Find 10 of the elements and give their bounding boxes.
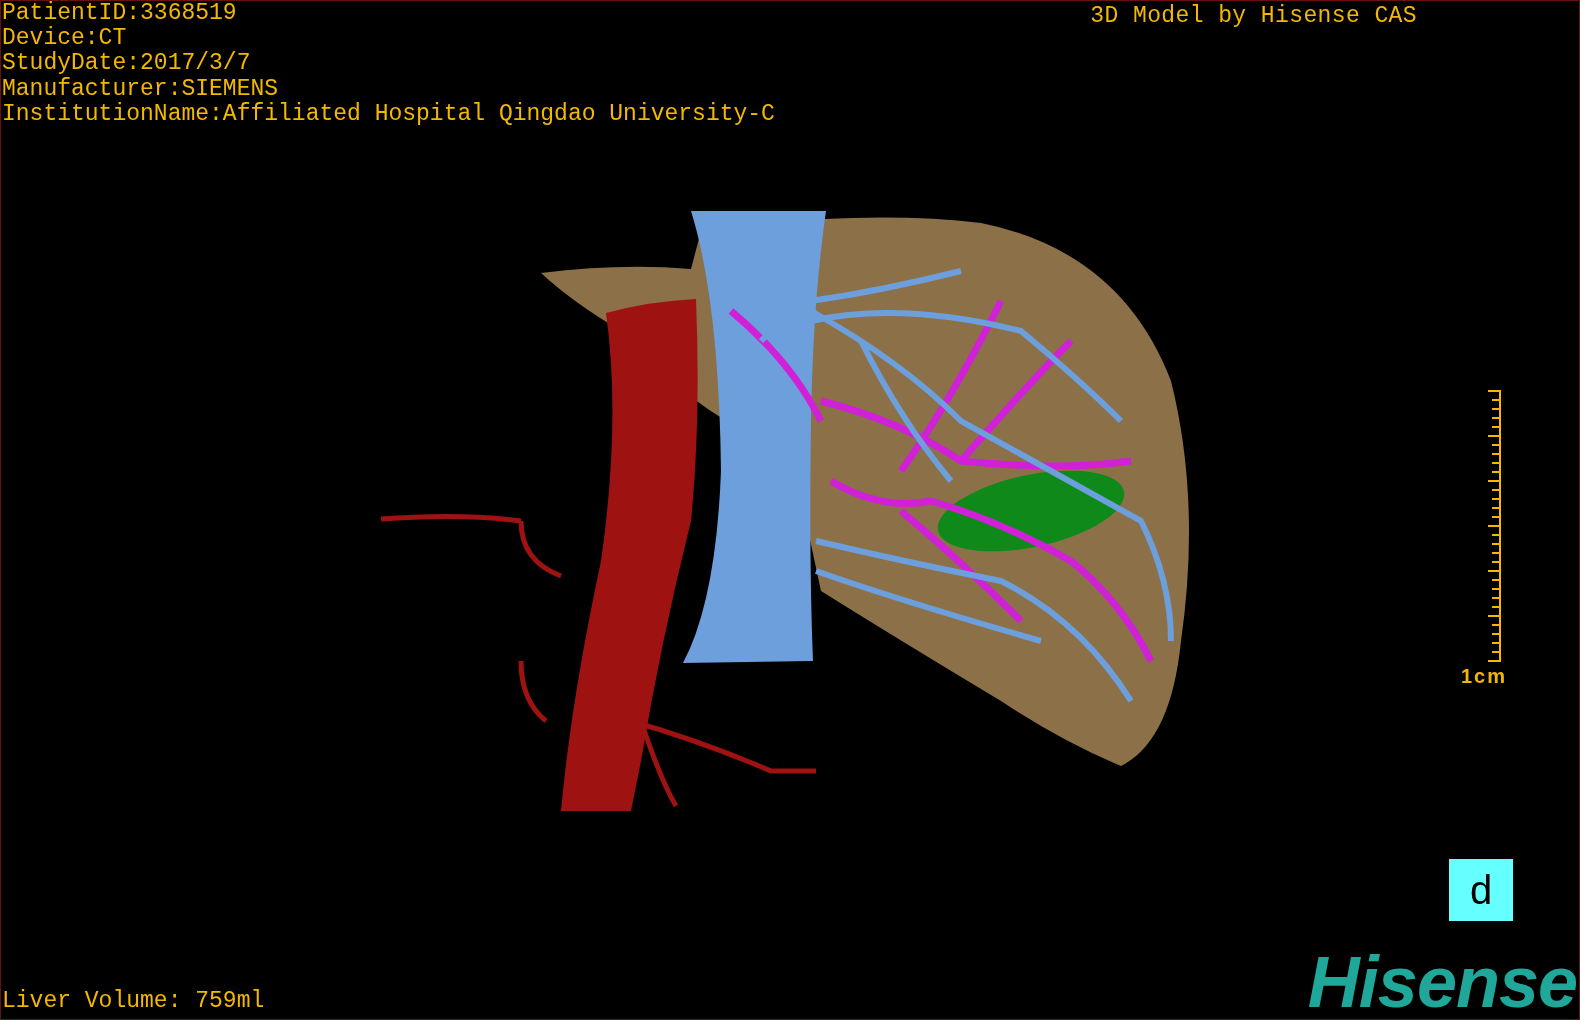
view-marker: d — [1449, 859, 1513, 921]
liver-volume: Liver Volume: 759ml — [1, 987, 265, 1015]
patient-info-line: Device:CT — [2, 26, 127, 52]
patient-info-line: StudyDate:2017/3/7 — [2, 51, 252, 77]
patient-info-line: Manufacturer:SIEMENS — [2, 76, 280, 102]
scale-label: 1cm — [1460, 665, 1507, 688]
patient-info-line: InstitutionName:Affiliated Hospital Qingdao University-C — [2, 101, 775, 127]
viewer-title: 3D Model by Hisense CAS — [1090, 2, 1417, 31]
brand-logo: Hisense — [1307, 949, 1577, 1015]
patient-info-line: PatientID:3368519 — [2, 1, 238, 26]
